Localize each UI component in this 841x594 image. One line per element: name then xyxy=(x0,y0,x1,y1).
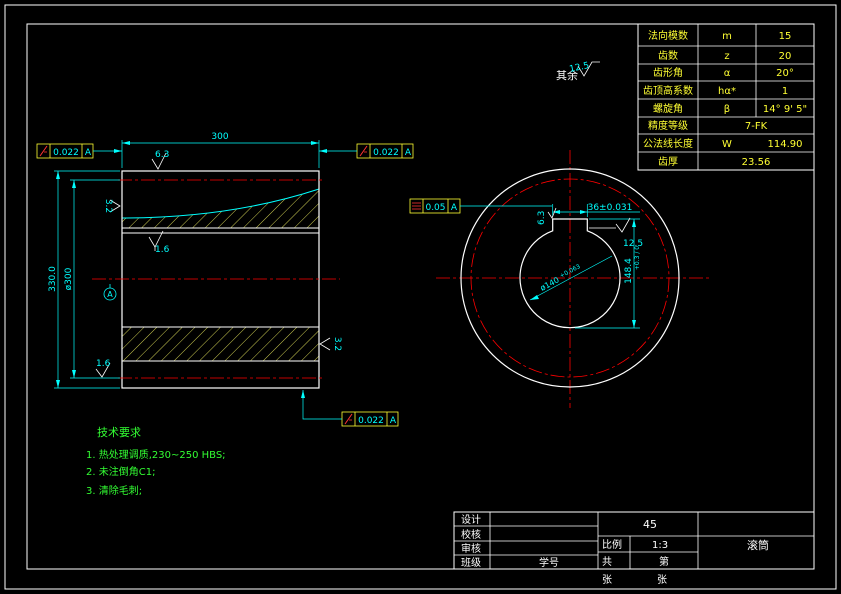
top-wall-hatch xyxy=(122,189,319,228)
param-value-helix: 14° 9' 5" xyxy=(763,104,807,115)
param-name-teeth: 齿数 xyxy=(658,49,678,62)
param-name-module: 法向模数 xyxy=(648,29,688,42)
side-view: 36±0.031 148.4 +0.3 / 0 ø140 +0.063 6.3 … xyxy=(409,150,712,408)
notes-item-2: 2. 未注倒角C1; xyxy=(86,465,155,478)
keyway-depth-tolerance: +0.3 / 0 xyxy=(634,246,641,270)
engineering-drawing: 法向模数 m 15 齿数 z 20 齿形角 α 20° 齿顶高系数 hα* 1 … xyxy=(4,4,837,590)
roughness-top: 6.3 xyxy=(151,150,169,170)
param-name-accuracy: 精度等级 xyxy=(648,119,688,132)
outer-border xyxy=(4,4,837,590)
datum-a-label: A xyxy=(107,290,113,299)
roughness-other-value: 12.5 xyxy=(569,61,591,75)
technical-notes: 技术要求 1. 热处理调质,230~250 HBS; 2. 未注倒角C1; 3.… xyxy=(86,426,226,497)
tb-scale-label: 比例 xyxy=(602,538,622,551)
svg-text:1.6: 1.6 xyxy=(155,245,170,255)
tb-sheet: 第 xyxy=(659,555,669,568)
svg-text:3.2: 3.2 xyxy=(332,337,342,351)
param-name-thickness: 齿厚 xyxy=(658,156,678,168)
fcf-left: 0.022 A xyxy=(36,143,122,159)
inner-dimension-text: ø300 xyxy=(64,267,74,290)
fcf-parallel: 0.05 A xyxy=(409,198,552,214)
svg-text:A: A xyxy=(390,416,397,426)
svg-text:A: A xyxy=(451,203,458,213)
param-symbol-module: m xyxy=(722,31,732,42)
tb-design: 设计 xyxy=(461,513,481,526)
roughness-right-bottom: 3.2 xyxy=(319,337,342,351)
tb-zhang-2: 张 xyxy=(657,574,667,586)
tb-zhang-1: 张 xyxy=(602,574,612,586)
roughness-inner: 1.6 xyxy=(148,230,170,255)
svg-text:12.5: 12.5 xyxy=(623,239,643,249)
keyway-width-text: 36±0.031 xyxy=(588,203,633,213)
param-value-teeth: 20 xyxy=(779,51,792,62)
keyway-depth-text: 148.4 xyxy=(624,258,634,284)
notes-item-3: 3. 清除毛刺; xyxy=(86,484,142,497)
length-dimension-text: 300 xyxy=(211,132,228,142)
param-symbol-teeth: z xyxy=(724,51,729,62)
tb-scale-value: 1:3 xyxy=(652,540,668,551)
tb-check: 校核 xyxy=(461,528,481,541)
notes-item-1: 1. 热处理调质,230~250 HBS; xyxy=(86,448,226,461)
param-value-module: 15 xyxy=(779,31,792,42)
param-value-pressure-angle: 20° xyxy=(776,68,794,79)
svg-text:0.05: 0.05 xyxy=(425,203,445,213)
title-block: 设计 校核 审核 班级 学号 45 比例 1:3 滚筒 共 第 张 张 xyxy=(453,511,815,586)
tb-part-name: 滚筒 xyxy=(747,538,769,552)
tb-class: 班级 xyxy=(461,557,481,569)
tb-material: 45 xyxy=(643,518,657,531)
bottom-wall-hatch xyxy=(122,327,319,361)
param-value-addendum: 1 xyxy=(782,86,788,97)
param-symbol-helix: β xyxy=(724,104,730,115)
roughness-other: 其余 12.5 xyxy=(556,61,600,82)
param-name-addendum: 齿顶高系数 xyxy=(643,84,693,97)
param-symbol-addendum: hα* xyxy=(718,86,736,97)
tb-total: 共 xyxy=(602,556,612,568)
svg-text:6.3: 6.3 xyxy=(155,150,169,160)
fcf-right: 0.022 A xyxy=(319,143,414,159)
param-symbol-span: W xyxy=(722,139,732,150)
param-name-span: 公法线长度 xyxy=(643,137,693,150)
svg-text:3.2: 3.2 xyxy=(103,199,113,213)
tb-student-no: 学号 xyxy=(539,556,559,569)
roughness-key-side: 12.5 xyxy=(589,217,643,249)
param-name-pressure-angle: 齿形角 xyxy=(653,67,683,79)
roughness-left-bottom: 1.6 xyxy=(95,359,111,378)
svg-text:6.3: 6.3 xyxy=(537,211,547,225)
roughness-left-top: 3.2 xyxy=(103,199,121,213)
svg-text:1.6: 1.6 xyxy=(96,359,111,369)
param-value-thickness: 23.56 xyxy=(742,157,771,168)
bore-diameter-text: ø140 xyxy=(539,275,561,292)
tb-review: 审核 xyxy=(461,542,481,555)
param-value-accuracy: 7-FK xyxy=(745,121,768,132)
param-name-helix: 螺旋角 xyxy=(653,102,683,115)
drawing-frame xyxy=(26,23,815,570)
fcf-bottom: 0.022 A xyxy=(301,390,399,427)
param-value-span: 114.90 xyxy=(768,139,803,150)
notes-title: 技术要求 xyxy=(97,426,141,439)
front-view: 300 330.0 ø300 A 6.3 3.2 1.6 1.6 3.2 0.0… xyxy=(36,132,414,427)
svg-text:0.022: 0.022 xyxy=(373,148,399,158)
svg-text:A: A xyxy=(405,148,412,158)
svg-text:0.022: 0.022 xyxy=(53,148,79,158)
outer-dimension-text: 330.0 xyxy=(48,266,58,292)
svg-text:0.022: 0.022 xyxy=(358,416,384,426)
parameter-table: 法向模数 m 15 齿数 z 20 齿形角 α 20° 齿顶高系数 hα* 1 … xyxy=(637,23,815,171)
param-symbol-pressure-angle: α xyxy=(724,68,731,79)
svg-text:A: A xyxy=(85,148,92,158)
